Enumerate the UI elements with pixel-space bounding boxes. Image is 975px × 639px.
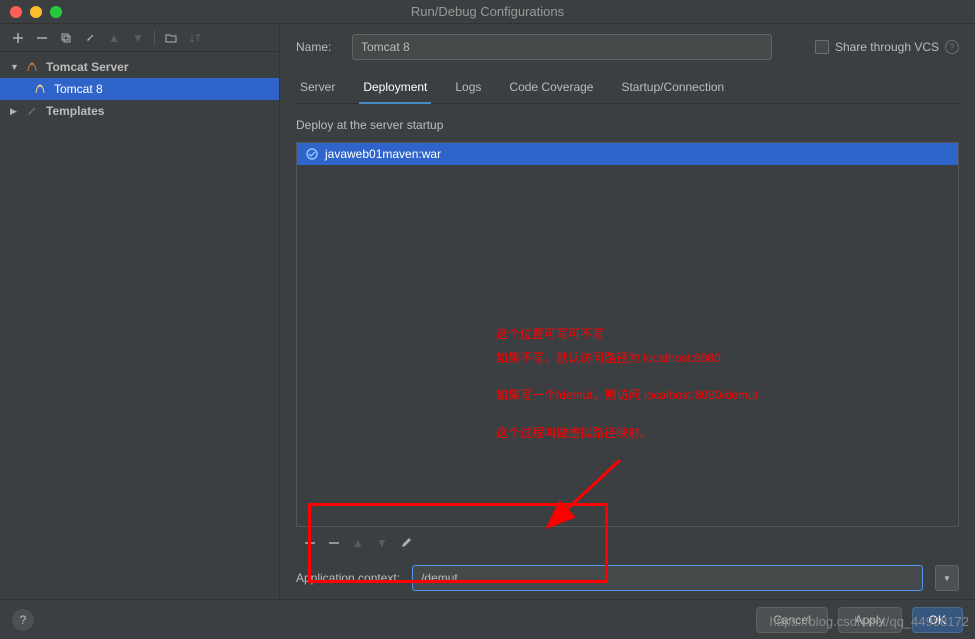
deploy-label: Deploy at the server startup bbox=[296, 118, 959, 132]
tree-item-tomcat-8[interactable]: Tomcat 8 bbox=[0, 78, 279, 100]
wrench-icon bbox=[24, 103, 40, 119]
tree-label: Tomcat Server bbox=[46, 60, 128, 74]
deploy-item[interactable]: javaweb01maven:war bbox=[297, 143, 958, 165]
artifact-icon bbox=[305, 147, 319, 161]
window-title: Run/Debug Configurations bbox=[411, 4, 564, 19]
content-panel: Name: Share through VCS ? Server Deploym… bbox=[280, 24, 975, 599]
tab-server[interactable]: Server bbox=[296, 74, 339, 104]
separator bbox=[154, 30, 155, 46]
tree-label: Tomcat 8 bbox=[54, 82, 103, 96]
remove-deploy-button[interactable] bbox=[324, 533, 344, 553]
context-input[interactable] bbox=[412, 565, 923, 591]
add-deploy-button[interactable] bbox=[300, 533, 320, 553]
share-row: Share through VCS ? bbox=[815, 40, 959, 54]
titlebar: Run/Debug Configurations bbox=[0, 0, 975, 24]
name-input[interactable] bbox=[352, 34, 772, 60]
expand-arrow-icon: ▼ bbox=[10, 62, 20, 72]
help-icon[interactable]: ? bbox=[945, 40, 959, 54]
sidebar: ▲ ▼ ▼ Tomcat Server Tomcat 8 ▶ Templates bbox=[0, 24, 280, 599]
collapse-arrow-icon: ▶ bbox=[10, 106, 20, 117]
tab-content: Deploy at the server startup javaweb01ma… bbox=[296, 104, 959, 599]
minimize-window-button[interactable] bbox=[30, 6, 42, 18]
tabs: Server Deployment Logs Code Coverage Sta… bbox=[296, 74, 959, 104]
tab-code-coverage[interactable]: Code Coverage bbox=[505, 74, 597, 104]
zoom-window-button[interactable] bbox=[50, 6, 62, 18]
tab-startup-connection[interactable]: Startup/Connection bbox=[617, 74, 728, 104]
chevron-down-icon: ▼ bbox=[943, 574, 951, 583]
main-layout: ▲ ▼ ▼ Tomcat Server Tomcat 8 ▶ Templates bbox=[0, 24, 975, 599]
tree-item-templates[interactable]: ▶ Templates bbox=[0, 100, 279, 122]
deploy-item-label: javaweb01maven:war bbox=[325, 147, 441, 161]
deploy-toolbar: ▲ ▼ bbox=[296, 527, 959, 559]
edit-deploy-button[interactable] bbox=[396, 533, 416, 553]
wrench-button[interactable] bbox=[80, 28, 100, 48]
tab-logs[interactable]: Logs bbox=[451, 74, 485, 104]
share-checkbox[interactable] bbox=[815, 40, 829, 54]
context-dropdown-button[interactable]: ▼ bbox=[935, 565, 959, 591]
sidebar-toolbar: ▲ ▼ bbox=[0, 24, 279, 52]
remove-config-button[interactable] bbox=[32, 28, 52, 48]
tree-label: Templates bbox=[46, 104, 104, 118]
tomcat-icon bbox=[24, 59, 40, 75]
add-config-button[interactable] bbox=[8, 28, 28, 48]
tree-item-tomcat-server[interactable]: ▼ Tomcat Server bbox=[0, 56, 279, 78]
tomcat-icon bbox=[32, 81, 48, 97]
deploy-list[interactable]: javaweb01maven:war bbox=[296, 142, 959, 527]
config-tree: ▼ Tomcat Server Tomcat 8 ▶ Templates bbox=[0, 52, 279, 126]
move-deploy-up-button[interactable]: ▲ bbox=[348, 533, 368, 553]
ok-button[interactable]: OK bbox=[912, 607, 963, 633]
sort-button[interactable] bbox=[185, 28, 205, 48]
share-label: Share through VCS bbox=[835, 40, 939, 54]
bottom-buttons: Cancel Apply OK bbox=[756, 607, 963, 633]
apply-button[interactable]: Apply bbox=[838, 607, 902, 633]
tab-deployment[interactable]: Deployment bbox=[359, 74, 431, 104]
copy-config-button[interactable] bbox=[56, 28, 76, 48]
traffic-lights bbox=[0, 6, 62, 18]
move-down-button[interactable]: ▼ bbox=[128, 28, 148, 48]
context-row: Application context: ▼ bbox=[296, 565, 959, 591]
bottom-bar: ? Cancel Apply OK bbox=[0, 599, 975, 639]
name-row: Name: Share through VCS ? bbox=[296, 34, 959, 60]
help-button[interactable]: ? bbox=[12, 609, 34, 631]
folder-button[interactable] bbox=[161, 28, 181, 48]
name-label: Name: bbox=[296, 40, 342, 54]
close-window-button[interactable] bbox=[10, 6, 22, 18]
move-up-button[interactable]: ▲ bbox=[104, 28, 124, 48]
move-deploy-down-button[interactable]: ▼ bbox=[372, 533, 392, 553]
cancel-button[interactable]: Cancel bbox=[756, 607, 827, 633]
context-label: Application context: bbox=[296, 571, 400, 585]
